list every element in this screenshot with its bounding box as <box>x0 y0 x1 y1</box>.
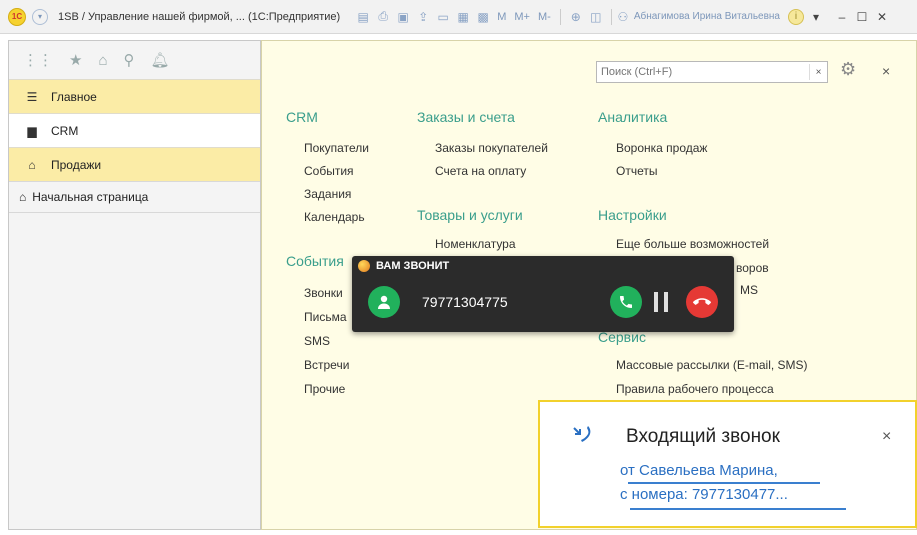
call-header: ВАМ ЗВОНИТ <box>358 260 449 272</box>
section-title-analytics: Аналитика <box>598 109 668 125</box>
sidebar-item-sales[interactable]: ⌂ Продажи <box>9 147 260 181</box>
incoming-call-icon <box>570 422 596 451</box>
sidebar-item-label: Продажи <box>51 157 102 172</box>
search-input[interactable] <box>597 62 809 82</box>
call-header-label: ВАМ ЗВОНИТ <box>376 260 450 272</box>
hangup-icon <box>693 298 711 305</box>
memory-button[interactable]: M <box>494 11 509 23</box>
link-sms-partial[interactable]: MS <box>740 283 758 297</box>
clear-search-icon[interactable]: × <box>809 64 827 80</box>
section-title-events: События <box>286 253 344 269</box>
window-title: 1SB / Управление нашей фирмой, ... (1С:П… <box>58 10 341 23</box>
table-icon[interactable]: ▦ <box>454 8 472 26</box>
underline-annotation <box>630 508 846 510</box>
history-icon[interactable]: ⌂ <box>98 52 107 69</box>
minimize-icon[interactable]: – <box>834 9 850 25</box>
section-title-goods: Товары и услуги <box>417 207 523 223</box>
panel-icon[interactable]: ◫ <box>587 8 605 26</box>
toolbar-separator <box>559 8 561 25</box>
memory-minus-button[interactable]: M- <box>535 11 554 23</box>
link-other[interactable]: Прочие <box>304 382 345 396</box>
link-contracts-partial[interactable]: воров <box>736 261 769 275</box>
apps-grid-icon[interactable]: ⋮⋮ <box>23 51 53 69</box>
upload-icon[interactable]: ⇪ <box>414 8 432 26</box>
link-letters[interactable]: Письма <box>304 310 347 324</box>
save-icon[interactable]: ▤ <box>354 8 372 26</box>
sidebar: ⋮⋮ ★ ⌂ ⚲ 🔔︎ ☰ Главное ▆ CRM ⌂ Продажи ⌂ … <box>8 40 261 530</box>
link-meetings[interactable]: Встречи <box>304 358 349 372</box>
caller-name-link[interactable]: от Савельева Марина, <box>620 462 778 479</box>
underline-annotation <box>628 482 820 484</box>
link-more-features[interactable]: Еще больше возможностей <box>616 237 769 251</box>
phone-icon <box>620 296 632 308</box>
bell-icon[interactable]: 🔔︎ <box>151 51 170 69</box>
link-tasks[interactable]: Задания <box>304 187 351 201</box>
incoming-call-notification: Входящий звонок × от Савельева Марина, с… <box>538 400 917 528</box>
section-title-orders: Заказы и счета <box>417 109 515 125</box>
favorites-star-icon[interactable]: ★ <box>69 51 82 69</box>
title-bar: 1С ▾ 1SB / Управление нашей фирмой, ... … <box>0 0 917 34</box>
notification-title: Входящий звонок <box>626 426 780 447</box>
sidebar-item-label: Главное <box>51 89 97 104</box>
sidebar-item-main[interactable]: ☰ Главное <box>9 79 260 113</box>
link-customers[interactable]: Покупатели <box>304 141 369 155</box>
home-icon: ⌂ <box>19 190 27 204</box>
incoming-call-popup: ВАМ ЗВОНИТ 79771304775 <box>352 256 734 332</box>
preview-icon[interactable]: ▣ <box>394 8 412 26</box>
search-box: × <box>596 61 828 83</box>
link-sms[interactable]: SMS <box>304 334 330 348</box>
toolbar-icons: ▤ ⎙ ▣ ⇪ ▭ ▦ ▩ M M+ M- ⊕ ◫ ⚇ Абнагимова И… <box>354 8 890 26</box>
menu-icon: ☰ <box>26 89 38 104</box>
link-workflow-rules[interactable]: Правила рабочего процесса <box>616 382 774 396</box>
link-calls[interactable]: Звонки <box>304 286 343 300</box>
info-icon[interactable]: i <box>788 8 804 25</box>
main-menu-button[interactable]: ▾ <box>32 8 48 25</box>
calendar-icon[interactable]: ▩ <box>474 8 492 26</box>
decline-call-button[interactable] <box>686 286 718 318</box>
memory-plus-button[interactable]: M+ <box>511 11 533 23</box>
app-logo-icon <box>358 260 370 272</box>
sidebar-item-label: CRM <box>51 123 79 138</box>
link-nomenclature[interactable]: Номенклатура <box>435 237 516 251</box>
close-window-icon[interactable]: ✕ <box>874 9 890 25</box>
caller-number: 79771304775 <box>422 294 508 310</box>
user-icon: ⚇ <box>617 9 629 24</box>
close-panel-icon[interactable]: × <box>882 63 890 79</box>
accept-call-button[interactable] <box>610 286 642 318</box>
link-reports[interactable]: Отчеты <box>616 164 657 178</box>
zoom-icon[interactable]: ⊕ <box>567 8 585 26</box>
print-icon[interactable]: ⎙ <box>374 8 392 26</box>
link-sales-funnel[interactable]: Воронка продаж <box>616 141 707 155</box>
hold-call-button[interactable] <box>654 292 668 312</box>
section-title-crm: CRM <box>286 109 318 125</box>
link-calendar[interactable]: Календарь <box>304 210 365 224</box>
gear-icon[interactable]: ⚙ <box>840 59 856 80</box>
search-icon[interactable]: ⚲ <box>124 51 135 69</box>
sidebar-item-start-page[interactable]: ⌂ Начальная страница <box>9 181 260 213</box>
contact-card-icon: ▆ <box>27 123 37 138</box>
current-user[interactable]: Абнагимова Ирина Витальевна <box>634 11 780 22</box>
toolbar-separator <box>610 8 612 25</box>
link-events[interactable]: События <box>304 164 354 178</box>
maximize-icon[interactable]: ☐ <box>854 9 870 25</box>
sidebar-item-crm[interactable]: ▆ CRM <box>9 113 260 147</box>
bank-icon: ⌂ <box>28 157 36 172</box>
sidebar-item-label: Начальная страница <box>32 190 149 204</box>
link-mass-mailing[interactable]: Массовые рассылки (E-mail, SMS) <box>616 358 808 372</box>
section-title-settings: Настройки <box>598 207 667 223</box>
notification-close-icon[interactable]: × <box>882 428 891 446</box>
scanner-icon[interactable]: ▭ <box>434 8 452 26</box>
dropdown-icon[interactable]: ▾ <box>808 9 824 25</box>
1c-logo: 1С <box>8 7 26 26</box>
caller-avatar-icon <box>368 286 400 318</box>
link-customer-orders[interactable]: Заказы покупателей <box>435 141 548 155</box>
caller-phone-link[interactable]: с номера: 7977130477... <box>620 486 788 503</box>
sidebar-toolbar: ⋮⋮ ★ ⌂ ⚲ 🔔︎ <box>9 41 260 79</box>
link-invoices[interactable]: Счета на оплату <box>435 164 526 178</box>
